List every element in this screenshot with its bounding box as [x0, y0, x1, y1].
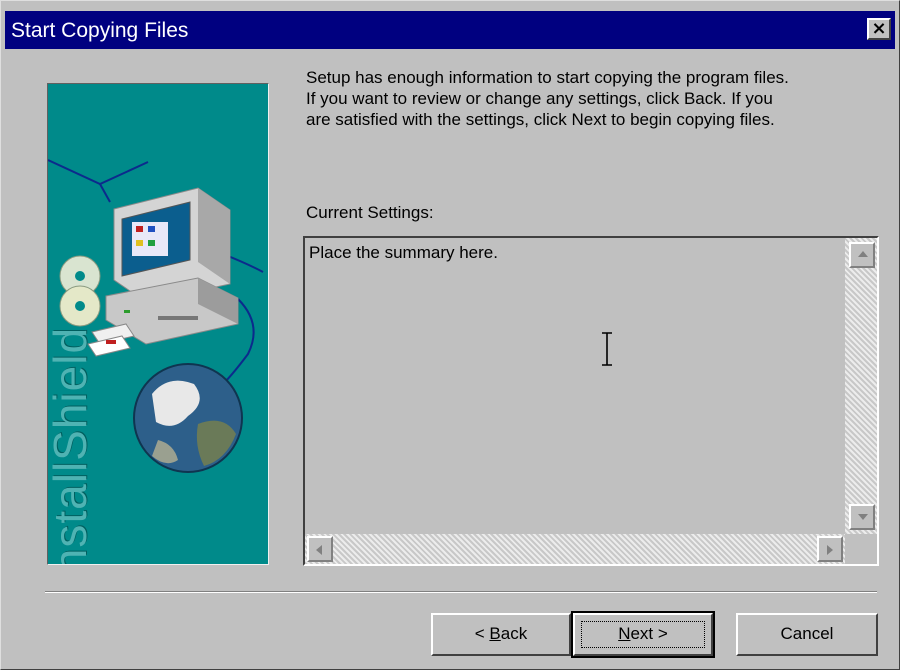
- installshield-side-artwork: InstallShield: [47, 83, 269, 565]
- scrollbar-corner: [845, 534, 877, 564]
- instructions-text: Setup has enough information to start co…: [306, 68, 789, 129]
- settings-summary-textbox[interactable]: Place the summary here.: [303, 236, 879, 566]
- scroll-down-arrow-icon: [858, 514, 868, 520]
- setup-dialog-window: Start Copying Files × InstallShield Setu…: [0, 0, 900, 670]
- title-bar[interactable]: Start Copying Files ×: [5, 11, 895, 49]
- scroll-up-button[interactable]: [849, 242, 875, 268]
- current-settings-label: Current Settings:: [306, 203, 434, 222]
- scroll-up-arrow-icon: [858, 251, 868, 257]
- close-icon: ×: [871, 18, 887, 39]
- scroll-down-button[interactable]: [849, 504, 875, 530]
- close-button[interactable]: ×: [867, 18, 891, 40]
- ibeam-cursor-icon: [602, 332, 612, 366]
- back-button[interactable]: < Back: [431, 613, 571, 656]
- summary-text: Place the summary here.: [309, 243, 498, 262]
- scroll-left-arrow-icon: [316, 545, 322, 555]
- scroll-left-button[interactable]: [307, 536, 333, 562]
- brand-watermark: InstallShield: [47, 326, 96, 565]
- horizontal-scrollbar[interactable]: [305, 534, 845, 564]
- button-separator: [45, 591, 877, 593]
- window-title: Start Copying Files: [11, 19, 189, 42]
- cancel-button-label: Cancel: [780, 624, 834, 643]
- next-button[interactable]: Next >: [571, 611, 715, 658]
- next-button-label: Next >: [618, 624, 668, 643]
- scroll-right-arrow-icon: [827, 545, 833, 555]
- cancel-button[interactable]: Cancel: [736, 613, 878, 656]
- back-button-label: < Back: [474, 624, 528, 643]
- scroll-right-button[interactable]: [817, 536, 843, 562]
- vertical-scrollbar[interactable]: [845, 238, 877, 534]
